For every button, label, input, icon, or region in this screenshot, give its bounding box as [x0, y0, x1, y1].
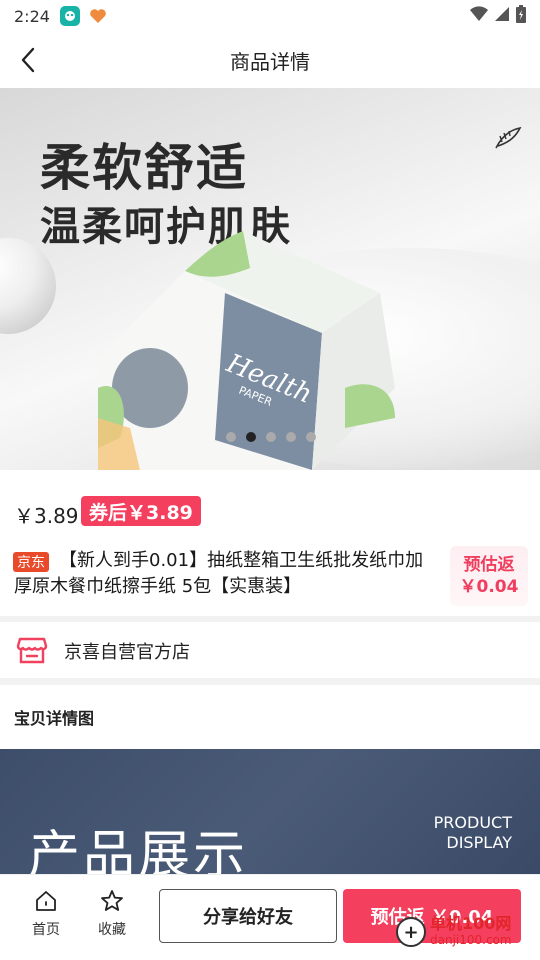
star-icon	[101, 890, 123, 911]
details-title: 宝贝详情图	[14, 709, 95, 728]
app-badge-teal-icon	[59, 6, 80, 26]
watermark-site-name: 单机100网	[430, 914, 512, 933]
carousel-dot[interactable]	[306, 432, 316, 442]
price: ￥3.89	[14, 504, 79, 528]
detail-image-subheading-line-2: DISPLAY	[446, 833, 512, 852]
carousel-dot[interactable]	[266, 432, 276, 442]
page-title: 商品详情	[230, 49, 310, 74]
watermark-site-url: danji100.com	[430, 933, 512, 947]
carousel-dot[interactable]	[246, 432, 256, 442]
shop-row[interactable]: 京喜自营官方店	[0, 622, 540, 678]
status-bar: 2:24	[0, 0, 540, 32]
detail-image-subheading-line-1: PRODUCT	[433, 813, 512, 832]
carousel-dot[interactable]	[286, 432, 296, 442]
watermark-plus-icon: +	[396, 917, 426, 947]
detail-image-subheading: PRODUCT DISPLAY	[432, 813, 512, 853]
rebate-label: 预估返	[463, 555, 515, 575]
nav-bar: 商品详情	[0, 32, 540, 88]
status-time: 2:24	[14, 6, 50, 26]
site-watermark: + 单机100网 danji100.com	[396, 916, 512, 948]
tab-home[interactable]: 首页	[21, 889, 71, 939]
chevron-left-icon	[21, 47, 35, 73]
storefront-icon	[16, 637, 48, 664]
share-button[interactable]: 分享给好友	[159, 889, 337, 943]
carousel-dot[interactable]	[226, 432, 236, 442]
rebate-value: ￥0.04	[459, 577, 519, 597]
platform-tag: 京东	[13, 552, 49, 572]
tab-favorite[interactable]: 收藏	[87, 889, 137, 939]
product-image-carousel[interactable]: 柔软舒适 温柔呵护肌肤 Health PAPER	[0, 88, 540, 470]
tab-home-label: 首页	[32, 922, 60, 938]
product-info: ￥3.89 券后￥3.89 【新人到手0.01】抽纸整箱卫生纸批发纸巾加厚原木餐…	[0, 470, 540, 616]
back-button[interactable]	[14, 46, 42, 74]
cellular-signal-icon	[494, 6, 510, 26]
tissue-package-image: Health PAPER	[98, 231, 395, 470]
details-section: 宝贝详情图	[0, 685, 540, 749]
carousel-indicator	[226, 432, 316, 442]
home-icon	[36, 891, 56, 911]
detail-image-heading: 产品展示	[28, 826, 249, 879]
app-badge-heart-icon	[87, 6, 108, 26]
rebate-box: 预估返 ￥0.04	[450, 546, 528, 606]
shop-name: 京喜自营官方店	[64, 642, 190, 663]
coupon-price-badge: 券后￥3.89	[81, 496, 201, 526]
detail-image: 产品展示 PRODUCT DISPLAY	[0, 749, 540, 879]
product-title: 【新人到手0.01】抽纸整箱卫生纸批发纸巾加厚原木餐巾纸擦手纸 5包【实惠装】	[14, 550, 424, 597]
battery-charging-icon	[516, 5, 526, 27]
tab-favorite-label: 收藏	[98, 922, 126, 938]
wifi-icon	[470, 6, 488, 26]
